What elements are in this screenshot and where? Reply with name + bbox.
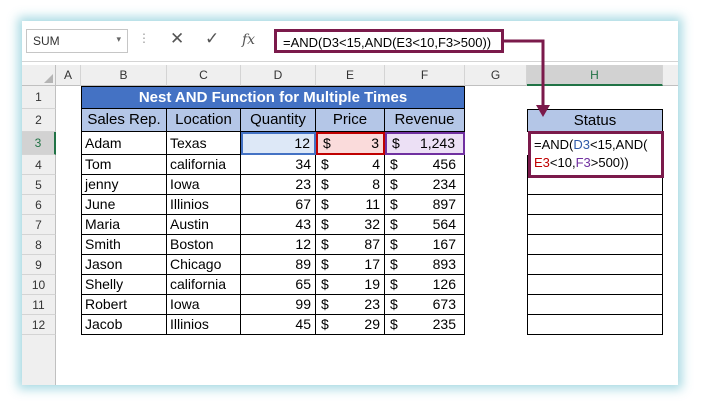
excel-window: SUM ▾ ⋮ ✕ ✓ fx =AND(D3<15,AND(E3<10,F3>5… — [22, 21, 678, 385]
arrow-head-icon — [536, 105, 550, 117]
connector-arrow — [504, 39, 550, 117]
connector-line — [504, 39, 545, 107]
